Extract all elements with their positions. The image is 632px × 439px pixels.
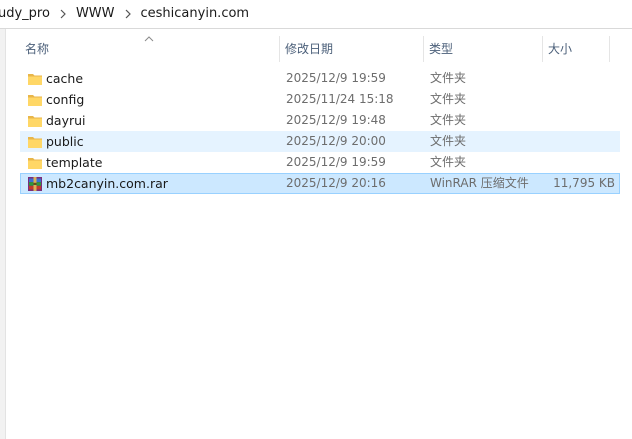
file-explorer-window: udy_pro WWW ceshicanyin.com 名称 修改日期 类型 大… [0,0,632,439]
file-name: config [46,92,85,107]
file-date: 2025/12/9 19:48 [286,113,386,127]
list-item[interactable]: cache 2025/12/9 19:59 文件夹 [20,68,620,89]
file-type: WinRAR 压缩文件 [430,176,529,190]
list-item[interactable]: public 2025/12/9 20:00 文件夹 [20,131,620,152]
file-date: 2025/12/9 19:59 [286,71,386,85]
file-name: template [46,155,103,170]
navigation-pane-edge[interactable] [0,29,6,439]
column-header-type[interactable]: 类型 [424,36,542,62]
breadcrumb-item-www[interactable]: WWW [72,0,119,28]
folder-icon [27,155,43,171]
list-item[interactable]: mb2canyin.com.rar 2025/12/9 20:16 WinRAR… [20,173,620,194]
breadcrumb: udy_pro WWW ceshicanyin.com [0,0,632,29]
file-type: 文件夹 [430,92,467,106]
file-date: 2025/11/24 15:18 [286,92,394,106]
column-header-size[interactable]: 大小 [543,36,609,62]
winrar-archive-icon [27,176,43,192]
column-header-date[interactable]: 修改日期 [280,36,423,62]
list-item[interactable]: config 2025/11/24 15:18 文件夹 [20,89,620,110]
file-name: mb2canyin.com.rar [46,176,168,191]
breadcrumb-item-ceshicanyin[interactable]: ceshicanyin.com [137,0,254,28]
file-date: 2025/12/9 20:16 [286,176,386,190]
folder-icon [27,71,43,87]
file-size: 11,795 KB [553,176,615,190]
folder-icon [27,92,43,108]
chevron-right-icon[interactable] [119,0,137,28]
file-name: dayrui [46,113,86,128]
breadcrumb-item-udy-pro[interactable]: udy_pro [0,0,54,28]
file-type: 文件夹 [430,134,467,148]
file-date: 2025/12/9 19:59 [286,155,386,169]
file-date: 2025/12/9 20:00 [286,134,386,148]
file-name: public [46,134,84,149]
file-type: 文件夹 [430,155,467,169]
chevron-right-icon[interactable] [54,0,72,28]
column-header-name[interactable]: 名称 [20,36,279,62]
folder-icon [27,113,43,129]
column-header: 名称 修改日期 类型 大小 [20,36,632,62]
file-list: cache 2025/12/9 19:59 文件夹 config 2025/11… [20,68,620,194]
folder-icon [27,134,43,150]
column-divider[interactable] [609,36,610,62]
file-type: 文件夹 [430,113,467,127]
list-item[interactable]: template 2025/12/9 19:59 文件夹 [20,152,620,173]
file-type: 文件夹 [430,71,467,85]
file-name: cache [46,71,84,86]
list-item[interactable]: dayrui 2025/12/9 19:48 文件夹 [20,110,620,131]
